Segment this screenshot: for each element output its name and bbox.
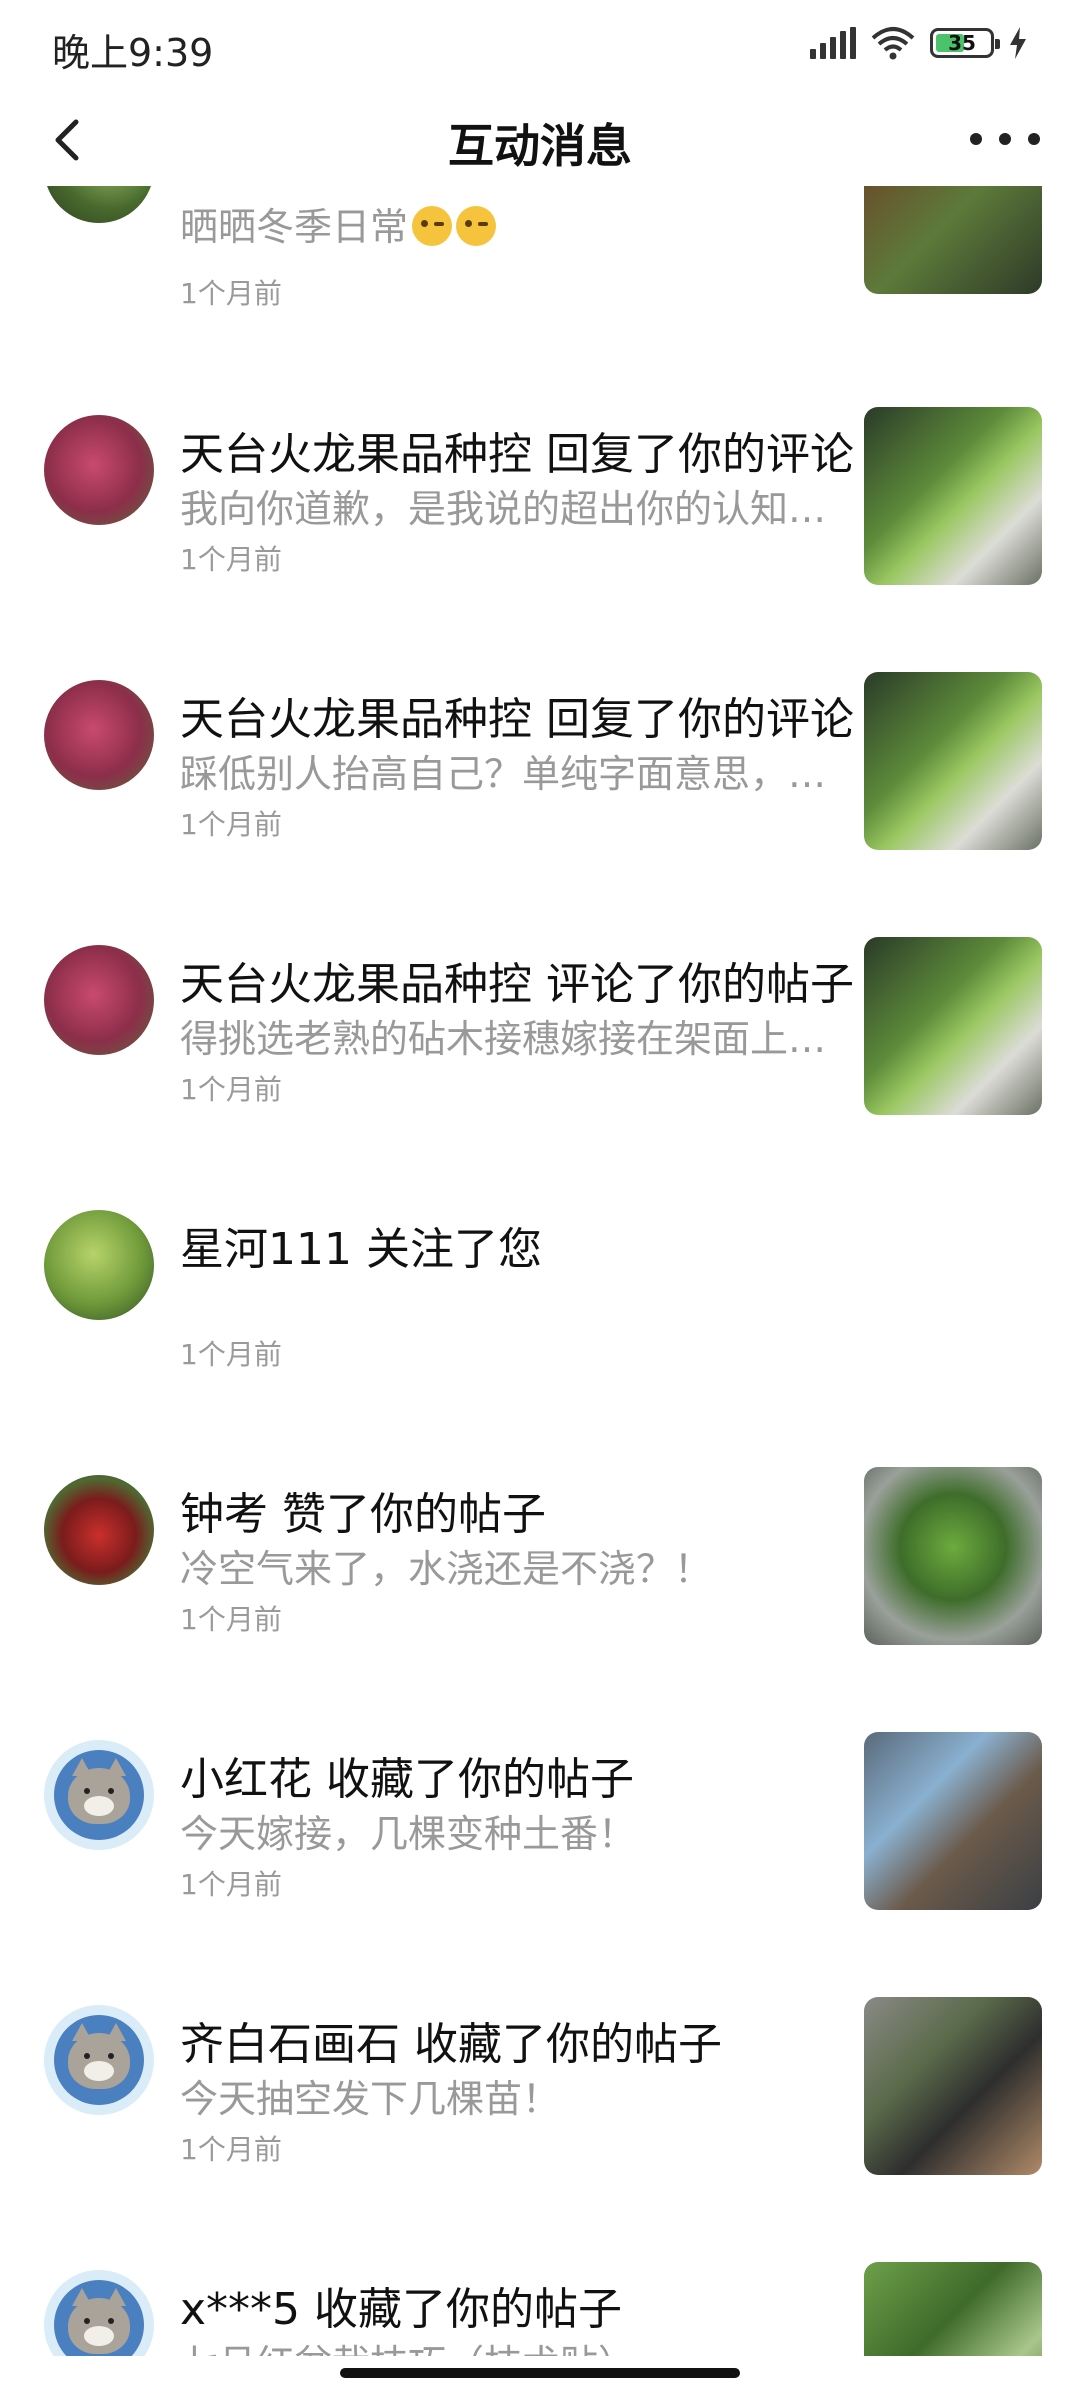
message-snippet: 踩低别人抬高自己？单纯字面意思，…	[180, 752, 827, 796]
page-title: 互动消息	[448, 119, 632, 173]
status-bar: 晚上9:39 35	[0, 0, 1080, 96]
message-snippet: 得挑选老熟的砧木接穗嫁接在架面上…	[180, 1017, 827, 1061]
list-item[interactable]: x***5 收藏了你的帖子 七月红盆栽技巧（技术贴）	[0, 2253, 1080, 2356]
action-text: 收藏了你的帖子	[326, 1754, 634, 1805]
more-icon[interactable]	[970, 114, 1040, 164]
message-time: 1个月前	[180, 808, 282, 841]
message-title: 天台火龙果品种控 评论了你的帖子	[180, 948, 854, 1012]
actor-name[interactable]: 天台火龙果品种控	[180, 959, 532, 1010]
avatar[interactable]	[44, 415, 154, 525]
message-title: 星河111 关注了您	[180, 1213, 542, 1277]
avatar[interactable]	[44, 186, 154, 223]
message-time: 1个月前	[180, 1338, 282, 1371]
message-time: 1个月前	[180, 543, 282, 576]
snippet-row: 晒晒冬季日常	[180, 196, 497, 251]
wifi-icon	[871, 27, 915, 60]
message-time: 1个月前	[180, 1073, 282, 1106]
actor-name[interactable]: 星河111	[180, 1224, 352, 1275]
battery-level: 35	[948, 31, 976, 55]
status-icons: 35	[810, 26, 1028, 60]
post-thumbnail[interactable]	[864, 186, 1042, 294]
wink-emoji-icon	[456, 206, 497, 246]
message-title: 天台火龙果品种控 回复了你的评论	[180, 418, 854, 482]
message-title: 天台火龙果品种控 回复了你的评论	[180, 683, 854, 747]
list-item[interactable]: 齐白石画石 收藏了你的帖子 今天抽空发下几棵苗！ 1个月前	[0, 1988, 1080, 2253]
message-title: 钟考 赞了你的帖子	[180, 1478, 546, 1542]
action-text: 回复了你的评论	[546, 694, 854, 745]
actor-name[interactable]: 天台火龙果品种控	[180, 694, 532, 745]
wink-emoji-icon	[412, 206, 453, 246]
signal-icon	[810, 27, 856, 59]
actor-name[interactable]: 小红花	[180, 1754, 312, 1805]
action-text: 收藏了你的帖子	[414, 2019, 722, 2070]
post-thumbnail[interactable]	[864, 407, 1042, 585]
message-snippet: 七月红盆栽技巧（技术贴）	[180, 2333, 840, 2356]
action-text: 评论了你的帖子	[546, 959, 854, 1010]
status-time: 晚上9:39	[52, 31, 214, 75]
nav-bar: 互动消息	[0, 96, 1080, 186]
list-item[interactable]: 小红花 收藏了你的帖子 今天嫁接，几棵变种土番！ 1个月前	[0, 1723, 1080, 1988]
battery-icon: 35	[930, 28, 1000, 58]
post-thumbnail[interactable]	[864, 1997, 1042, 2175]
action-text: 收藏了你的帖子	[314, 2284, 623, 2335]
message-time: 1个月前	[180, 1868, 282, 1901]
list-item[interactable]: 星河111 关注了您 1个月前	[0, 1193, 1080, 1458]
post-thumbnail[interactable]	[864, 2262, 1042, 2356]
actor-name[interactable]: x***5	[180, 2284, 300, 2335]
message-list: 晒晒冬季日常 1个月前 天台火龙果品种控 回复了你的评论 我向你道歉，是我说的超出…	[0, 186, 1080, 2356]
message-snippet: 今天嫁接，几棵变种土番！	[180, 1812, 637, 1856]
actor-name[interactable]: 钟考	[180, 1489, 268, 1540]
post-thumbnail[interactable]	[864, 672, 1042, 850]
message-title: 齐白石画石 收藏了你的帖子	[180, 2008, 722, 2072]
list-item[interactable]: 天台火龙果品种控 回复了你的评论 我向你道歉，是我说的超出你的认知… 1个月前	[0, 398, 1080, 663]
action-text: 赞了你的帖子	[282, 1489, 546, 1540]
avatar[interactable]	[44, 1740, 154, 1850]
message-snippet: 晒晒冬季日常	[180, 205, 409, 249]
avatar[interactable]	[44, 1475, 154, 1585]
list-item[interactable]: 天台火龙果品种控 评论了你的帖子 得挑选老熟的砧木接穗嫁接在架面上… 1个月前	[0, 928, 1080, 1193]
message-time: 1个月前	[180, 2133, 282, 2166]
list-item[interactable]: 晒晒冬季日常 1个月前	[0, 186, 1080, 361]
list-item[interactable]: 天台火龙果品种控 回复了你的评论 踩低别人抬高自己？单纯字面意思，… 1个月前	[0, 663, 1080, 928]
avatar[interactable]	[44, 2005, 154, 2115]
message-title: x***5 收藏了你的帖子	[180, 2273, 622, 2337]
actor-name[interactable]: 天台火龙果品种控	[180, 429, 532, 480]
message-time: 1个月前	[180, 1603, 282, 1636]
message-time: 1个月前	[180, 277, 282, 310]
message-title: 小红花 收藏了你的帖子	[180, 1743, 634, 1807]
list-item[interactable]: 钟考 赞了你的帖子 冷空气来了，水浇还是不浇？！ 1个月前	[0, 1458, 1080, 1723]
avatar[interactable]	[44, 1210, 154, 1320]
actor-name[interactable]: 齐白石画石	[180, 2019, 400, 2070]
post-thumbnail[interactable]	[864, 937, 1042, 1115]
home-indicator[interactable]	[340, 2368, 740, 2378]
message-snippet: 我向你道歉，是我说的超出你的认知…	[180, 487, 827, 531]
avatar[interactable]	[44, 680, 154, 790]
post-thumbnail[interactable]	[864, 1732, 1042, 1910]
action-text: 关注了您	[365, 1224, 542, 1275]
avatar[interactable]	[44, 945, 154, 1055]
avatar[interactable]	[44, 2270, 154, 2356]
post-thumbnail[interactable]	[864, 1467, 1042, 1645]
action-text: 回复了你的评论	[546, 429, 854, 480]
message-snippet: 冷空气来了，水浇还是不浇？！	[180, 1547, 713, 1591]
charging-icon	[1010, 27, 1026, 59]
message-snippet: 今天抽空发下几棵苗！	[180, 2077, 561, 2121]
